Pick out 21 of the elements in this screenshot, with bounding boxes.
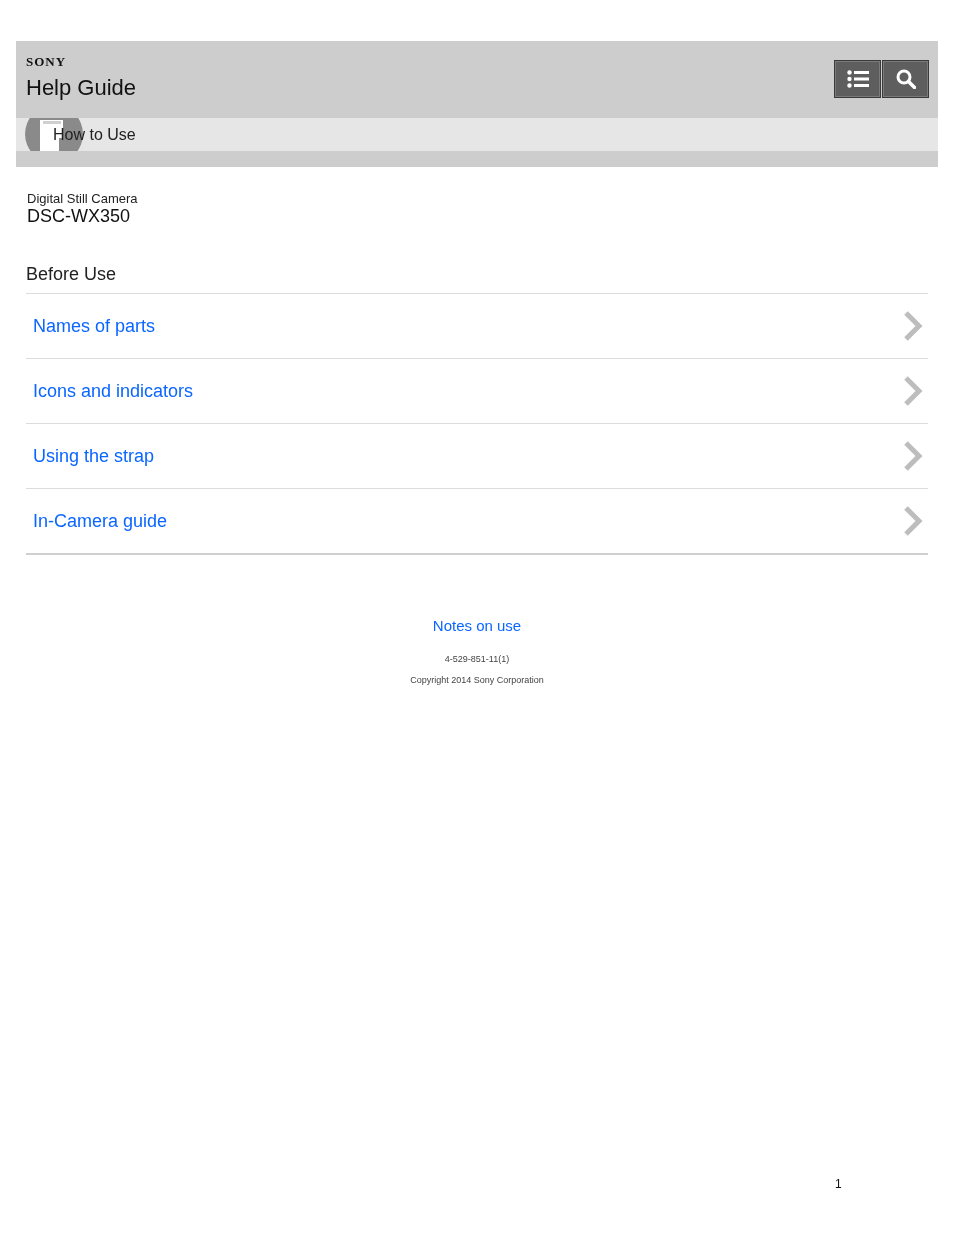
product-model: DSC-WX350: [27, 206, 132, 227]
chevron-right-icon[interactable]: [903, 310, 923, 342]
topic-link[interactable]: Icons and indicators: [33, 380, 194, 402]
menu-icon: [846, 70, 869, 88]
search-button[interactable]: [882, 60, 929, 98]
chevron-right-icon[interactable]: [903, 505, 923, 537]
chevron-right-icon[interactable]: [903, 440, 923, 472]
search-icon: [895, 69, 916, 89]
menu-button[interactable]: [834, 60, 881, 98]
page-title: Help Guide: [26, 75, 137, 101]
notes-link[interactable]: Notes on use: [432, 617, 522, 635]
product-category: Digital Still Camera: [27, 191, 139, 206]
topic-link[interactable]: Using the strap: [33, 445, 155, 467]
section-title: Before Use: [26, 263, 118, 286]
chevron-right-icon[interactable]: [903, 375, 923, 407]
topic-link[interactable]: Names of parts: [33, 315, 156, 337]
document-code: 4-529-851-11(1): [444, 653, 510, 665]
brand-logo: SONY: [26, 54, 68, 69]
page-number: 1: [835, 1177, 842, 1191]
topic-link[interactable]: In-Camera guide: [33, 510, 168, 532]
copyright-text: Copyright 2014 Sony Corporation: [410, 674, 544, 686]
